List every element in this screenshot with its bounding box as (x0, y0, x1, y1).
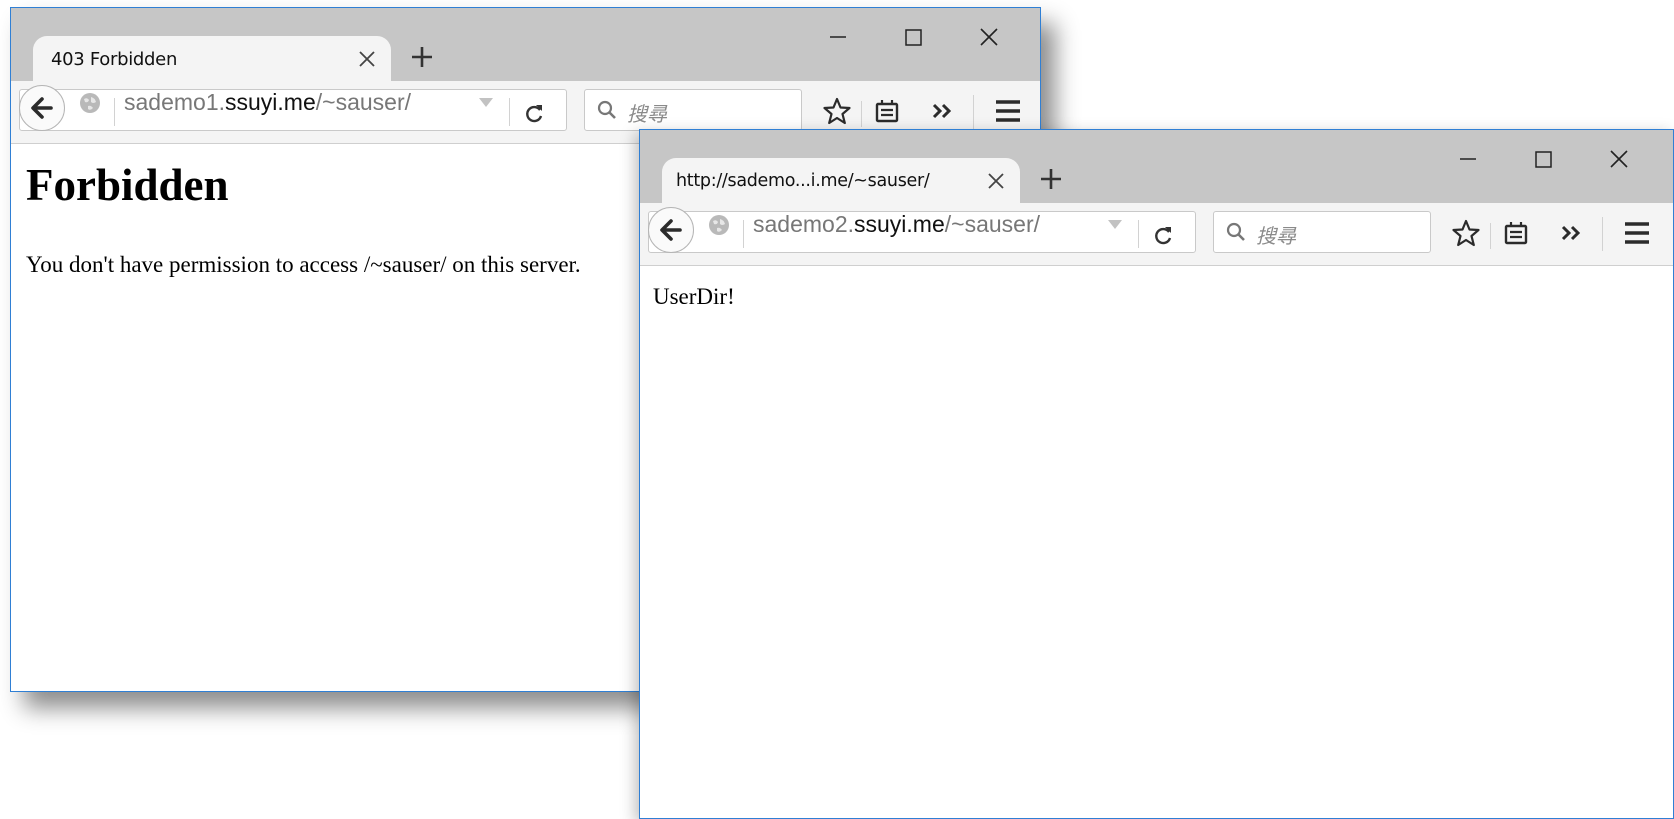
tab-active[interactable]: http://sademo...i.me/~sauser/ (662, 158, 1020, 205)
search-icon (1226, 222, 1246, 242)
dropdown-arrow-icon[interactable] (1108, 220, 1122, 230)
close-icon[interactable] (1604, 144, 1634, 174)
minimize-icon[interactable] (823, 22, 853, 52)
reading-list-icon[interactable] (873, 97, 901, 125)
dropdown-arrow-icon[interactable] (479, 98, 493, 108)
new-tab-plus-icon[interactable] (1038, 166, 1064, 192)
tab-close-icon[interactable] (357, 49, 377, 69)
reload-divider (1138, 220, 1139, 248)
search-icon (597, 100, 617, 120)
title-bar: 403 Forbidden (11, 8, 1040, 83)
overflow-chevron-icon[interactable] (1558, 219, 1586, 247)
overflow-chevron-icon[interactable] (929, 97, 957, 125)
page-heading: Forbidden (26, 160, 229, 210)
url-domain: ssuyi.me (854, 211, 945, 237)
url-subdomain: sademo1. (124, 89, 226, 115)
search-field[interactable]: 搜尋 (584, 89, 802, 131)
star-icon[interactable] (823, 97, 851, 125)
menu-divider (1602, 217, 1603, 251)
globe-icon (708, 214, 730, 236)
title-bar: http://sademo...i.me/~sauser/ (640, 130, 1673, 205)
back-arrow-icon[interactable] (648, 207, 694, 253)
reload-icon[interactable] (523, 102, 545, 124)
url-path: /~sauser/ (315, 89, 412, 115)
reading-list-icon[interactable] (1502, 219, 1530, 247)
page-text: UserDir! (653, 284, 735, 309)
hamburger-menu-icon[interactable] (1623, 219, 1651, 247)
url-domain: ssuyi.me (225, 89, 316, 115)
toolbar-divider (861, 101, 862, 127)
search-placeholder: 搜尋 (1256, 224, 1296, 248)
browser-window-2: http://sademo...i.me/~sauser/ sademo2.ss… (639, 129, 1674, 819)
url-text[interactable]: sademo2.ssuyi.me/~sauser/ (753, 211, 1040, 238)
minimize-icon[interactable] (1453, 144, 1483, 174)
reload-icon[interactable] (1152, 224, 1174, 246)
hamburger-menu-icon[interactable] (994, 97, 1022, 125)
page-message: You don't have permission to access /~sa… (26, 252, 581, 277)
globe-icon (79, 92, 101, 114)
star-icon[interactable] (1452, 219, 1480, 247)
close-icon[interactable] (974, 22, 1004, 52)
url-divider (743, 220, 744, 248)
navigation-toolbar: sademo2.ssuyi.me/~sauser/ 搜尋 (640, 203, 1673, 266)
url-divider (114, 98, 115, 126)
new-tab-plus-icon[interactable] (409, 44, 435, 70)
url-path: /~sauser/ (944, 211, 1041, 237)
tab-active[interactable]: 403 Forbidden (33, 36, 391, 83)
url-text[interactable]: sademo1.ssuyi.me/~sauser/ (124, 89, 411, 116)
page-content: UserDir! (640, 266, 1673, 818)
tab-title: http://sademo...i.me/~sauser/ (676, 171, 930, 191)
menu-divider (973, 95, 974, 129)
tab-title: 403 Forbidden (51, 49, 178, 70)
reload-divider (509, 98, 510, 126)
url-subdomain: sademo2. (753, 211, 855, 237)
back-arrow-icon[interactable] (19, 85, 65, 131)
tab-close-icon[interactable] (986, 171, 1006, 191)
search-field[interactable]: 搜尋 (1213, 211, 1431, 253)
search-placeholder: 搜尋 (627, 102, 667, 126)
maximize-icon[interactable] (1528, 144, 1558, 174)
maximize-icon[interactable] (898, 22, 928, 52)
toolbar-divider (1490, 223, 1491, 249)
